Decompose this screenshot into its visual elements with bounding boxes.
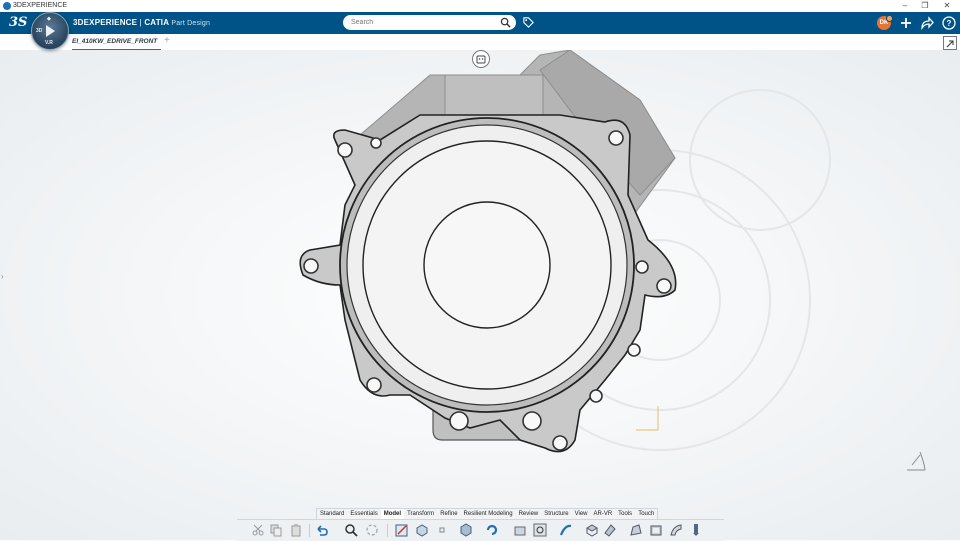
separator bbox=[387, 524, 388, 537]
thickness-icon[interactable] bbox=[669, 523, 683, 537]
add-tab-button[interactable]: + bbox=[164, 35, 170, 46]
search-input[interactable] bbox=[351, 17, 491, 28]
shaft-icon[interactable] bbox=[485, 523, 499, 537]
app-icon bbox=[3, 2, 11, 10]
paste-icon[interactable] bbox=[289, 523, 303, 537]
tab-tools[interactable]: Tools bbox=[615, 509, 635, 519]
pocket-icon[interactable] bbox=[459, 523, 473, 537]
avatar[interactable]: DK bbox=[877, 15, 893, 30]
tab-ar-vr[interactable]: AR-VR bbox=[591, 509, 616, 519]
tab-resilient-modeling[interactable]: Resilient Modeling bbox=[461, 509, 516, 519]
restore-button[interactable]: ❐ bbox=[915, 0, 935, 12]
stiffener-icon[interactable] bbox=[603, 523, 617, 537]
tab-standard[interactable]: Standard bbox=[317, 509, 347, 519]
cut-icon[interactable] bbox=[251, 523, 265, 537]
part-model-icon[interactable] bbox=[0, 50, 960, 540]
maximize-icon[interactable] bbox=[943, 36, 957, 50]
tag-icon[interactable] bbox=[522, 16, 535, 29]
loft-icon[interactable] bbox=[629, 523, 643, 537]
dassault-logo-icon[interactable]: 3S bbox=[9, 15, 27, 30]
point-icon[interactable] bbox=[435, 523, 449, 537]
tab-view[interactable]: View bbox=[572, 509, 591, 519]
action-bar bbox=[237, 519, 724, 541]
search-box[interactable] bbox=[343, 15, 516, 30]
panel-expand-icon[interactable]: › bbox=[1, 272, 4, 281]
window-title: 3DEXPERIENCE bbox=[13, 2, 68, 9]
shell-icon[interactable] bbox=[649, 523, 663, 537]
pad-icon[interactable] bbox=[415, 523, 429, 537]
separator bbox=[309, 524, 310, 537]
groove-icon[interactable] bbox=[513, 523, 527, 537]
compass-icon[interactable]: ◆ 3D V.R bbox=[31, 12, 69, 50]
tab-touch[interactable]: Touch bbox=[635, 509, 657, 519]
3d-viewport[interactable] bbox=[0, 50, 960, 540]
tab-model[interactable]: Model bbox=[380, 509, 405, 519]
add-icon[interactable] bbox=[898, 15, 914, 31]
top-bar: 3S 3DEXPERIENCE | CATIA Part Design DK ? bbox=[0, 12, 960, 34]
copy-icon[interactable] bbox=[269, 523, 283, 537]
rib-icon[interactable] bbox=[559, 523, 573, 537]
tab-transform[interactable]: Transform bbox=[404, 509, 437, 519]
search-icon[interactable] bbox=[500, 17, 511, 28]
rotate-view-icon[interactable] bbox=[365, 523, 379, 537]
tab-refine[interactable]: Refine bbox=[437, 509, 460, 519]
tab-essentials[interactable]: Essentials bbox=[347, 509, 380, 519]
robot-icon[interactable] bbox=[472, 50, 490, 68]
draft-icon[interactable] bbox=[689, 523, 703, 537]
zoom-icon[interactable] bbox=[344, 523, 358, 537]
close-button[interactable]: ✕ bbox=[937, 0, 957, 12]
sketch-icon[interactable] bbox=[395, 523, 409, 537]
undo-icon[interactable] bbox=[315, 523, 329, 537]
document-tabbar: EI_410KW_EDRIVE_FRONT + bbox=[0, 34, 960, 51]
svg-text:?: ? bbox=[947, 19, 952, 28]
hole-icon[interactable] bbox=[533, 523, 547, 537]
help-icon[interactable]: ? bbox=[941, 15, 957, 31]
slot-icon[interactable] bbox=[585, 523, 599, 537]
tab-document[interactable]: EI_410KW_EDRIVE_FRONT bbox=[72, 36, 161, 51]
tab-structure[interactable]: Structure bbox=[541, 509, 571, 519]
minimize-button[interactable]: – bbox=[895, 0, 915, 12]
share-icon[interactable] bbox=[919, 15, 935, 31]
brand-label: 3DEXPERIENCE | CATIA Part Design bbox=[73, 18, 211, 27]
tab-review[interactable]: Review bbox=[516, 509, 542, 519]
